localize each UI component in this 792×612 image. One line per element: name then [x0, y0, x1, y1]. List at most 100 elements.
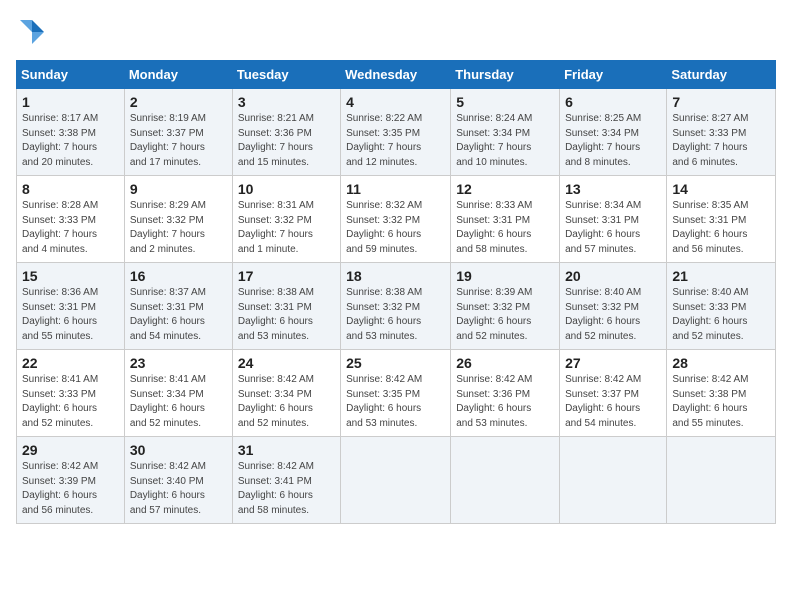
calendar-cell: 3 Sunrise: 8:21 AM Sunset: 3:36 PM Daylig… — [232, 89, 340, 176]
calendar-cell: 2 Sunrise: 8:19 AM Sunset: 3:37 PM Daylig… — [124, 89, 232, 176]
day-info: Sunrise: 8:27 AM Sunset: 3:33 PM Dayligh… — [672, 112, 770, 170]
calendar-cell: 30 Sunrise: 8:42 AM Sunset: 3:40 PM Dayli… — [124, 437, 232, 524]
calendar-cell: 23 Sunrise: 8:41 AM Sunset: 3:34 PM Dayli… — [124, 350, 232, 437]
day-number: 29 — [22, 442, 119, 458]
calendar-week-row: 15 Sunrise: 8:36 AM Sunset: 3:31 PM Dayli… — [17, 263, 776, 350]
day-number: 11 — [346, 181, 445, 197]
day-info: Sunrise: 8:35 AM Sunset: 3:31 PM Dayligh… — [672, 199, 770, 257]
day-info: Sunrise: 8:25 AM Sunset: 3:34 PM Dayligh… — [565, 112, 661, 170]
calendar-cell: 13 Sunrise: 8:34 AM Sunset: 3:31 PM Dayli… — [560, 176, 667, 263]
day-number: 30 — [130, 442, 227, 458]
day-info: Sunrise: 8:32 AM Sunset: 3:32 PM Dayligh… — [346, 199, 445, 257]
day-number: 7 — [672, 94, 770, 110]
day-number: 8 — [22, 181, 119, 197]
weekday-header: Tuesday — [232, 61, 340, 89]
calendar-cell: 28 Sunrise: 8:42 AM Sunset: 3:38 PM Dayli… — [667, 350, 776, 437]
day-number: 28 — [672, 355, 770, 371]
calendar-cell: 15 Sunrise: 8:36 AM Sunset: 3:31 PM Dayli… — [17, 263, 125, 350]
day-info: Sunrise: 8:31 AM Sunset: 3:32 PM Dayligh… — [238, 199, 335, 257]
day-number: 4 — [346, 94, 445, 110]
day-number: 9 — [130, 181, 227, 197]
day-info: Sunrise: 8:42 AM Sunset: 3:40 PM Dayligh… — [130, 460, 227, 518]
day-info: Sunrise: 8:21 AM Sunset: 3:36 PM Dayligh… — [238, 112, 335, 170]
day-info: Sunrise: 8:38 AM Sunset: 3:32 PM Dayligh… — [346, 286, 445, 344]
weekday-header: Saturday — [667, 61, 776, 89]
calendar-cell: 17 Sunrise: 8:38 AM Sunset: 3:31 PM Dayli… — [232, 263, 340, 350]
day-info: Sunrise: 8:34 AM Sunset: 3:31 PM Dayligh… — [565, 199, 661, 257]
calendar-cell: 7 Sunrise: 8:27 AM Sunset: 3:33 PM Daylig… — [667, 89, 776, 176]
day-info: Sunrise: 8:42 AM Sunset: 3:36 PM Dayligh… — [456, 373, 554, 431]
calendar-cell: 19Sunrise: 8:39 AM Sunset: 3:32 PM Dayli… — [451, 263, 560, 350]
day-info: Sunrise: 8:33 AM Sunset: 3:31 PM Dayligh… — [456, 199, 554, 257]
logo — [16, 16, 52, 48]
calendar-table: SundayMondayTuesdayWednesdayThursdayFrid… — [16, 60, 776, 524]
calendar-cell: 18 Sunrise: 8:38 AM Sunset: 3:32 PM Dayli… — [341, 263, 451, 350]
day-info: Sunrise: 8:42 AM Sunset: 3:34 PM Dayligh… — [238, 373, 335, 431]
day-info: Sunrise: 8:42 AM Sunset: 3:35 PM Dayligh… — [346, 373, 445, 431]
day-number: 1 — [22, 94, 119, 110]
day-info: Sunrise: 8:42 AM Sunset: 3:39 PM Dayligh… — [22, 460, 119, 518]
day-number: 12 — [456, 181, 554, 197]
day-info: Sunrise: 8:37 AM Sunset: 3:31 PM Dayligh… — [130, 286, 227, 344]
day-info: Sunrise: 8:42 AM Sunset: 3:38 PM Dayligh… — [672, 373, 770, 431]
day-number: 20 — [565, 268, 661, 284]
day-number: 18 — [346, 268, 445, 284]
day-number: 2 — [130, 94, 227, 110]
day-info: Sunrise: 8:29 AM Sunset: 3:32 PM Dayligh… — [130, 199, 227, 257]
day-info: Sunrise: 8:41 AM Sunset: 3:34 PM Dayligh… — [130, 373, 227, 431]
day-info: Sunrise: 8:42 AM Sunset: 3:37 PM Dayligh… — [565, 373, 661, 431]
day-info: Sunrise: 8:19 AM Sunset: 3:37 PM Dayligh… — [130, 112, 227, 170]
calendar-week-row: 29 Sunrise: 8:42 AM Sunset: 3:39 PM Dayli… — [17, 437, 776, 524]
day-info: Sunrise: 8:36 AM Sunset: 3:31 PM Dayligh… — [22, 286, 119, 344]
day-info: Sunrise: 8:40 AM Sunset: 3:33 PM Dayligh… — [672, 286, 770, 344]
calendar-cell — [451, 437, 560, 524]
calendar-cell: 11 Sunrise: 8:32 AM Sunset: 3:32 PM Dayli… — [341, 176, 451, 263]
weekday-header: Wednesday — [341, 61, 451, 89]
day-number: 15 — [22, 268, 119, 284]
day-number: 25 — [346, 355, 445, 371]
weekday-header: Friday — [560, 61, 667, 89]
calendar-week-row: 22 Sunrise: 8:41 AM Sunset: 3:33 PM Dayli… — [17, 350, 776, 437]
calendar-cell: 1 Sunrise: 8:17 AM Sunset: 3:38 PM Daylig… — [17, 89, 125, 176]
day-info: Sunrise: 8:41 AM Sunset: 3:33 PM Dayligh… — [22, 373, 119, 431]
day-info: Sunrise: 8:17 AM Sunset: 3:38 PM Dayligh… — [22, 112, 119, 170]
day-number: 22 — [22, 355, 119, 371]
calendar-week-row: 1 Sunrise: 8:17 AM Sunset: 3:38 PM Daylig… — [17, 89, 776, 176]
day-number: 16 — [130, 268, 227, 284]
day-number: 5 — [456, 94, 554, 110]
calendar-cell: 6 Sunrise: 8:25 AM Sunset: 3:34 PM Daylig… — [560, 89, 667, 176]
calendar-cell — [667, 437, 776, 524]
calendar-cell: 9 Sunrise: 8:29 AM Sunset: 3:32 PM Daylig… — [124, 176, 232, 263]
calendar-cell: 21 Sunrise: 8:40 AM Sunset: 3:33 PM Dayli… — [667, 263, 776, 350]
day-number: 10 — [238, 181, 335, 197]
day-info: Sunrise: 8:38 AM Sunset: 3:31 PM Dayligh… — [238, 286, 335, 344]
calendar-cell: 10 Sunrise: 8:31 AM Sunset: 3:32 PM Dayli… — [232, 176, 340, 263]
day-number: 3 — [238, 94, 335, 110]
calendar-cell: 4 Sunrise: 8:22 AM Sunset: 3:35 PM Daylig… — [341, 89, 451, 176]
day-number: 21 — [672, 268, 770, 284]
day-number: 13 — [565, 181, 661, 197]
calendar-cell: 31Sunrise: 8:42 AM Sunset: 3:41 PM Dayli… — [232, 437, 340, 524]
weekday-header: Thursday — [451, 61, 560, 89]
calendar-cell: 25 Sunrise: 8:42 AM Sunset: 3:35 PM Dayli… — [341, 350, 451, 437]
calendar-cell: 14Sunrise: 8:35 AM Sunset: 3:31 PM Dayli… — [667, 176, 776, 263]
day-info: Sunrise: 8:22 AM Sunset: 3:35 PM Dayligh… — [346, 112, 445, 170]
day-number: 31 — [238, 442, 335, 458]
day-number: 23 — [130, 355, 227, 371]
calendar-cell: 26Sunrise: 8:42 AM Sunset: 3:36 PM Dayli… — [451, 350, 560, 437]
calendar-cell: 8 Sunrise: 8:28 AM Sunset: 3:33 PM Daylig… — [17, 176, 125, 263]
calendar-week-row: 8 Sunrise: 8:28 AM Sunset: 3:33 PM Daylig… — [17, 176, 776, 263]
day-info: Sunrise: 8:39 AM Sunset: 3:32 PM Dayligh… — [456, 286, 554, 344]
page-header — [16, 16, 776, 48]
calendar-cell: 29 Sunrise: 8:42 AM Sunset: 3:39 PM Dayli… — [17, 437, 125, 524]
calendar-cell — [560, 437, 667, 524]
day-info: Sunrise: 8:28 AM Sunset: 3:33 PM Dayligh… — [22, 199, 119, 257]
weekday-header-row: SundayMondayTuesdayWednesdayThursdayFrid… — [17, 61, 776, 89]
day-number: 6 — [565, 94, 661, 110]
day-number: 17 — [238, 268, 335, 284]
day-number: 27 — [565, 355, 661, 371]
day-info: Sunrise: 8:24 AM Sunset: 3:34 PM Dayligh… — [456, 112, 554, 170]
calendar-cell: 16 Sunrise: 8:37 AM Sunset: 3:31 PM Dayli… — [124, 263, 232, 350]
calendar-cell: 5 Sunrise: 8:24 AM Sunset: 3:34 PM Daylig… — [451, 89, 560, 176]
calendar-cell: 27 Sunrise: 8:42 AM Sunset: 3:37 PM Dayli… — [560, 350, 667, 437]
